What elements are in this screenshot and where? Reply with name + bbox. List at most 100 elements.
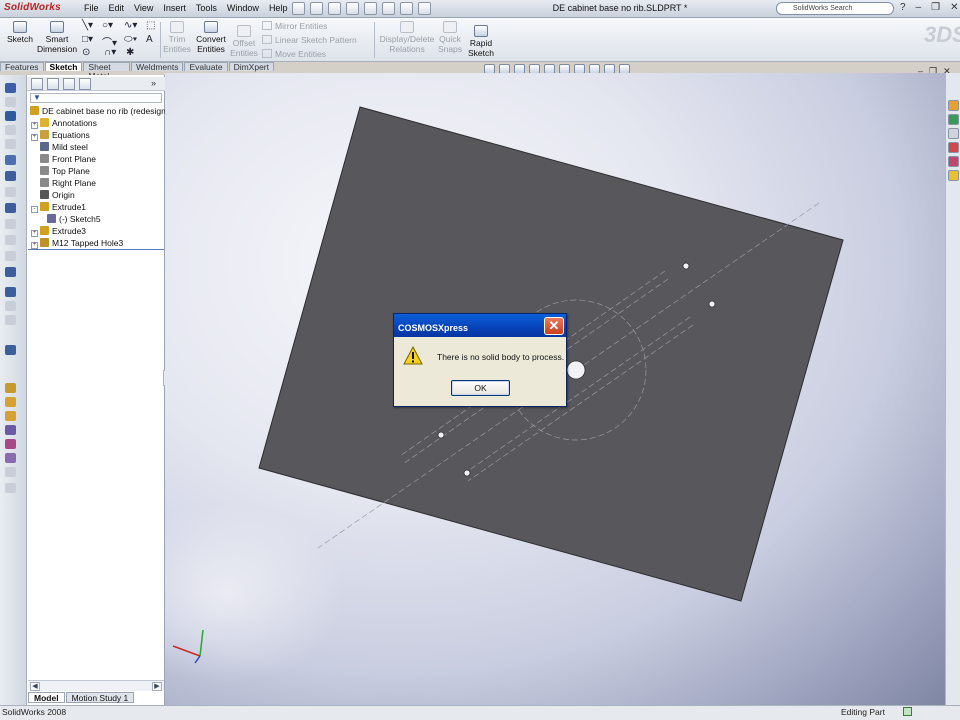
tool-icon[interactable] xyxy=(5,425,16,435)
point-icon[interactable]: ⬚ xyxy=(146,20,155,31)
menu-view[interactable]: View xyxy=(134,3,153,13)
tab-evaluate[interactable]: Evaluate xyxy=(184,62,228,72)
options-icon[interactable] xyxy=(418,2,431,15)
feature-manager-tab-icon[interactable] xyxy=(31,78,43,90)
smart-dimension-tool-icon[interactable] xyxy=(5,83,16,93)
trim-entities-button[interactable]: Trim Entities xyxy=(162,20,192,54)
tool-icon[interactable] xyxy=(5,397,16,407)
spline-icon[interactable]: ∿▾ xyxy=(124,20,137,31)
dialog-close-button[interactable]: ✕ xyxy=(544,317,564,335)
tab-sheet-metal[interactable]: Sheet Metal xyxy=(83,62,131,81)
appearances-icon[interactable] xyxy=(948,170,959,181)
tool-icon[interactable] xyxy=(5,251,16,261)
text-icon[interactable]: A xyxy=(146,34,153,45)
tree-item[interactable]: Mild steel xyxy=(31,142,88,152)
status-units-icon[interactable] xyxy=(903,707,912,716)
scroll-right-icon[interactable]: ▶ xyxy=(152,682,162,691)
offset-entities-button[interactable]: Offset Entities xyxy=(230,24,258,58)
search-input[interactable]: SolidWorks Search xyxy=(776,2,894,15)
tree-filter[interactable]: ▼ xyxy=(30,93,162,103)
tool-icon[interactable] xyxy=(5,125,16,135)
tab-dimxpert[interactable]: DimXpert xyxy=(228,62,274,72)
undo-icon[interactable] xyxy=(364,2,377,15)
expand-panel-icon[interactable]: » xyxy=(151,78,163,90)
tool-icon[interactable] xyxy=(5,301,16,311)
tool-icon[interactable] xyxy=(5,483,16,493)
configuration-manager-tab-icon[interactable] xyxy=(63,78,75,90)
tab-weldments[interactable]: Weldments xyxy=(131,62,184,72)
tree-item[interactable]: + Extrude3 xyxy=(31,226,86,237)
tree-item[interactable]: Front Plane xyxy=(31,154,96,164)
tool-icon[interactable] xyxy=(5,171,16,181)
construction-icon[interactable]: ✱ xyxy=(126,47,134,58)
tree-root[interactable]: DE cabinet base no rib (redesign) xyxy=(30,106,169,116)
new-file-icon[interactable] xyxy=(292,2,305,15)
quick-snaps-button[interactable]: Quick Snaps xyxy=(436,20,464,54)
expander-icon[interactable]: + xyxy=(31,134,38,141)
view-palette-icon[interactable] xyxy=(948,156,959,167)
expander-icon[interactable]: - xyxy=(31,206,38,213)
select-icon[interactable] xyxy=(382,2,395,15)
smart-dimension-button[interactable]: Smart Dimension xyxy=(37,20,77,54)
minimize-icon[interactable]: – xyxy=(916,2,922,13)
centerline-icon[interactable]: ⊙ xyxy=(82,47,90,58)
rebuild-icon[interactable] xyxy=(400,2,413,15)
tree-item[interactable]: Origin xyxy=(31,190,75,200)
expander-icon[interactable]: + xyxy=(31,242,38,249)
property-manager-tab-icon[interactable] xyxy=(47,78,59,90)
tab-motion-study-1[interactable]: Motion Study 1 xyxy=(65,692,135,703)
tool-icon[interactable] xyxy=(5,267,16,277)
menu-insert[interactable]: Insert xyxy=(163,3,186,13)
tool-icon[interactable] xyxy=(5,383,16,393)
rapid-sketch-button[interactable]: Rapid Sketch xyxy=(466,24,496,58)
rollback-bar[interactable] xyxy=(28,249,164,250)
mirror-entities-button[interactable]: Mirror Entities xyxy=(262,21,327,31)
open-file-icon[interactable] xyxy=(310,2,323,15)
line-icon[interactable]: ╲▾ xyxy=(82,20,93,31)
file-explorer-icon[interactable] xyxy=(948,142,959,153)
tab-sketch[interactable]: Sketch xyxy=(44,62,83,72)
tool-icon[interactable] xyxy=(5,97,16,107)
solidworks-logo[interactable]: SolidWorks xyxy=(4,2,61,13)
tree-item[interactable]: Top Plane xyxy=(31,166,90,176)
restore-icon[interactable]: ❐ xyxy=(931,2,940,13)
design-library-icon[interactable] xyxy=(948,128,959,139)
close-icon[interactable]: ✕ xyxy=(950,2,958,13)
expander-icon[interactable]: + xyxy=(31,122,38,129)
tool-icon[interactable] xyxy=(5,439,16,449)
tree-horizontal-scrollbar[interactable]: ◀ ▶ xyxy=(28,680,164,691)
home-icon[interactable] xyxy=(948,100,959,111)
tool-icon[interactable] xyxy=(5,345,16,355)
fillet-icon[interactable]: ∩▾ xyxy=(104,47,116,58)
ok-button[interactable]: OK xyxy=(451,380,510,396)
linear-pattern-button[interactable]: Linear Sketch Pattern xyxy=(262,35,357,45)
dimxpert-manager-tab-icon[interactable] xyxy=(79,78,91,90)
print-icon[interactable] xyxy=(346,2,359,15)
circle-icon[interactable]: ○▾ xyxy=(102,20,113,31)
move-entities-button[interactable]: Move Entities xyxy=(262,49,326,59)
text-tool-icon[interactable] xyxy=(5,111,16,121)
sketch-button[interactable]: Sketch xyxy=(4,20,36,44)
expander-icon[interactable]: + xyxy=(31,230,38,237)
tab-features[interactable]: Features xyxy=(0,62,44,72)
tool-icon[interactable] xyxy=(5,203,16,213)
tree-item[interactable]: + Equations xyxy=(31,130,90,141)
tree-item[interactable]: + M12 Tapped Hole3 xyxy=(31,238,123,249)
help-icon[interactable]: ? xyxy=(900,2,906,13)
tool-icon[interactable] xyxy=(5,453,16,463)
display-relations-button[interactable]: Display/Delete Relations xyxy=(378,20,436,54)
tab-model[interactable]: Model xyxy=(28,692,65,703)
tree-item[interactable]: Right Plane xyxy=(31,178,96,188)
resources-icon[interactable] xyxy=(948,114,959,125)
tool-icon[interactable] xyxy=(5,287,16,297)
menu-tools[interactable]: Tools xyxy=(196,3,217,13)
tree-item[interactable]: - Extrude1 xyxy=(31,202,86,213)
ellipse-icon[interactable]: ⬭▾ xyxy=(124,34,137,45)
menu-window[interactable]: Window xyxy=(227,3,259,13)
tool-icon[interactable] xyxy=(5,411,16,421)
menu-edit[interactable]: Edit xyxy=(109,3,125,13)
tool-icon[interactable] xyxy=(5,315,16,325)
convert-entities-button[interactable]: Convert Entities xyxy=(194,20,228,54)
tool-icon[interactable] xyxy=(5,467,16,477)
tool-icon[interactable] xyxy=(5,139,16,149)
